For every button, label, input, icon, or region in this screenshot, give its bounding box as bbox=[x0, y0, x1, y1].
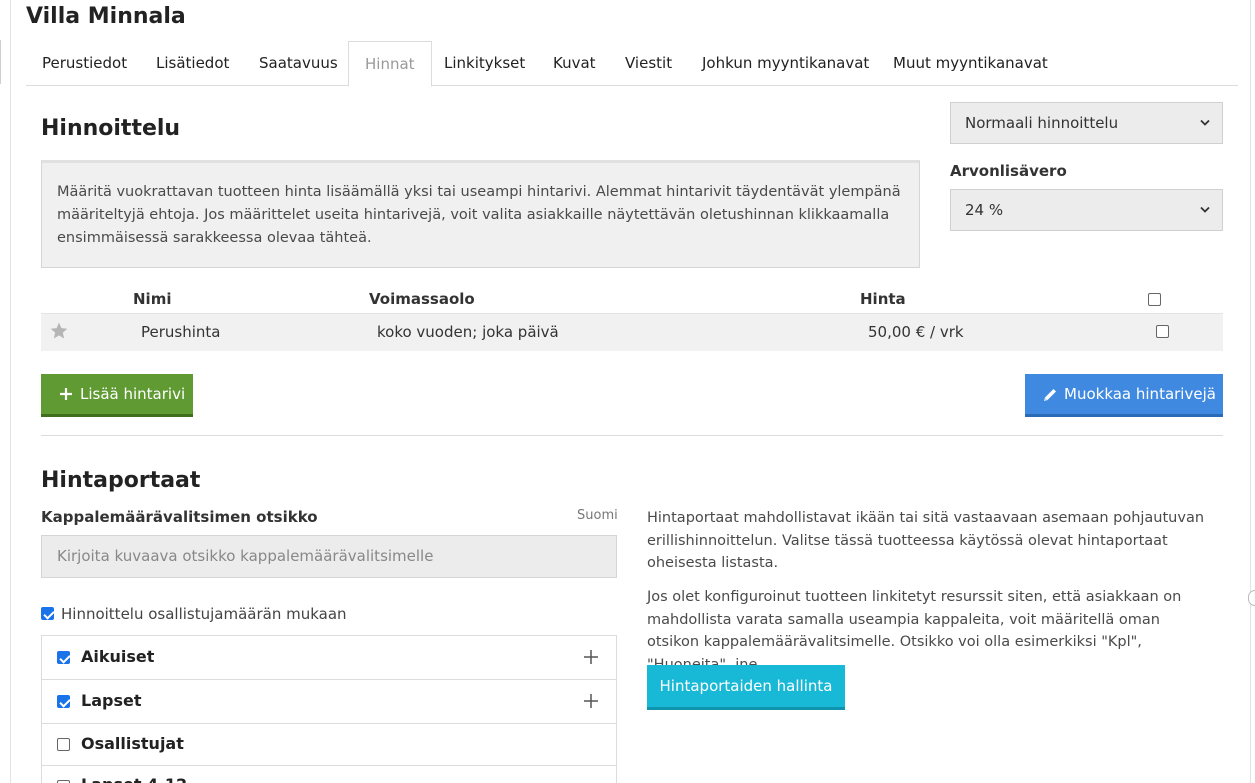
row-name: Perushinta bbox=[141, 323, 221, 341]
tier-title-input[interactable]: Kirjoita kuvaava otsikko kappalemääräval… bbox=[41, 535, 617, 578]
tab-lisatiedot[interactable]: Lisätiedot bbox=[140, 41, 245, 86]
tab-muut-myyntikanavat[interactable]: Muut myyntikanavat bbox=[877, 41, 1064, 86]
vat-select[interactable]: 24 % bbox=[950, 189, 1223, 231]
pricing-mode-value: Normaali hinnoittelu bbox=[965, 114, 1119, 132]
tab-hinnat[interactable]: Hinnat bbox=[348, 41, 432, 87]
tier-label: Aikuiset bbox=[81, 647, 155, 666]
star-icon[interactable] bbox=[49, 321, 69, 341]
tab-linkitykset[interactable]: Linkitykset bbox=[428, 41, 541, 86]
row-checkbox[interactable] bbox=[1156, 325, 1169, 338]
list-item: Lapset bbox=[42, 680, 616, 724]
tier-label: Osallistujat bbox=[81, 734, 184, 753]
tier-checkbox-osallistujat[interactable] bbox=[57, 738, 70, 751]
column-header-validity: Voimassaolo bbox=[369, 290, 475, 308]
language-label[interactable]: Suomi bbox=[577, 508, 618, 523]
right-border bbox=[1250, 0, 1251, 783]
page-title: Villa Minnala bbox=[26, 4, 186, 29]
tier-label: Lapset 4-12 bbox=[81, 775, 187, 783]
pricing-heading: Hinnoittelu bbox=[41, 116, 181, 141]
select-all-checkbox[interactable] bbox=[1148, 293, 1161, 306]
tier-checkbox-aikuiset[interactable] bbox=[57, 651, 70, 664]
plus-icon[interactable] bbox=[584, 694, 598, 708]
manage-tiers-button[interactable]: Hintaportaiden hallinta bbox=[647, 665, 845, 710]
tab-perustiedot[interactable]: Perustiedot bbox=[26, 41, 143, 86]
chevron-down-icon bbox=[1200, 190, 1210, 230]
column-header-name: Nimi bbox=[133, 290, 172, 308]
tab-johkun-myyntikanavat[interactable]: Johkun myyntikanavat bbox=[686, 41, 885, 86]
by-participants-checkbox[interactable] bbox=[41, 607, 54, 620]
list-item: Osallistujat bbox=[42, 724, 616, 766]
column-header-price: Hinta bbox=[860, 290, 906, 308]
pricing-mode-select[interactable]: Normaali hinnoittelu bbox=[950, 102, 1223, 144]
add-price-row-button[interactable]: Lisää hintarivi bbox=[41, 374, 193, 417]
add-price-row-label: Lisää hintarivi bbox=[80, 385, 186, 403]
chevron-down-icon bbox=[1200, 103, 1210, 143]
tier-label: Lapset bbox=[81, 691, 142, 710]
edit-price-rows-button[interactable]: Muokkaa hintarivejä bbox=[1025, 374, 1223, 417]
edit-price-rows-label: Muokkaa hintarivejä bbox=[1064, 385, 1216, 403]
list-item: Lapset 4-12 bbox=[42, 766, 616, 783]
vat-label: Arvonlisävero bbox=[950, 162, 1067, 180]
plus-icon[interactable] bbox=[584, 650, 598, 664]
left-border bbox=[10, 0, 11, 783]
tab-kuvat[interactable]: Kuvat bbox=[537, 41, 612, 86]
vat-value: 24 % bbox=[965, 201, 1004, 219]
plus-icon bbox=[60, 388, 72, 400]
tab-viestit[interactable]: Viestit bbox=[609, 41, 688, 86]
row-price: 50,00 € / vrk bbox=[868, 323, 964, 341]
pencil-icon bbox=[1044, 389, 1056, 401]
tab-saatavuus[interactable]: Saatavuus bbox=[243, 41, 354, 86]
tier-checkbox-lapset[interactable] bbox=[57, 695, 70, 708]
scroll-handle[interactable] bbox=[1248, 590, 1255, 606]
tiers-help-text-2: Jos olet konfiguroinut tuotteen linkitet… bbox=[647, 589, 1182, 673]
pricing-info-box: Määritä vuokrattavan tuotteen hinta lisä… bbox=[41, 160, 920, 268]
row-validity: koko vuoden; joka päivä bbox=[377, 323, 559, 341]
tiers-help-text-1: Hintaportaat mahdollistavat ikään tai si… bbox=[647, 510, 1205, 571]
list-item: Aikuiset bbox=[42, 636, 616, 680]
tier-list: Aikuiset Lapset Osallistujat Lapset 4-12 bbox=[41, 635, 617, 783]
section-divider bbox=[41, 435, 1223, 436]
by-participants-label[interactable]: Hinnoittelu osallistujamäärän mukaan bbox=[61, 605, 347, 623]
tiers-heading: Hintaportaat bbox=[41, 468, 201, 493]
tab-bar: Perustiedot Lisätiedot Saatavuus Hinnat … bbox=[26, 41, 1238, 87]
tier-title-label: Kappalemäärävalitsimen otsikko bbox=[41, 508, 318, 526]
left-notch bbox=[0, 40, 1, 84]
